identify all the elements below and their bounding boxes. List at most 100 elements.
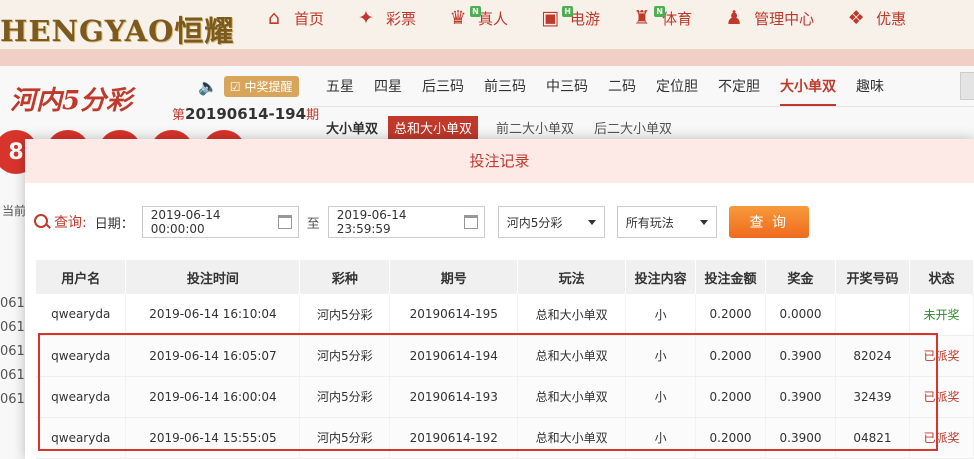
chevron-down-icon bbox=[587, 219, 596, 225]
nav-item-5[interactable]: ♟ 管理中心 bbox=[722, 0, 815, 36]
column-header: 投注内容 bbox=[625, 260, 697, 294]
nav-item-6[interactable]: ❖ 优惠 bbox=[844, 0, 907, 36]
tab-play-type[interactable]: 二码 bbox=[608, 72, 636, 106]
table-cell: 总和大小单双 bbox=[517, 294, 627, 336]
tab-play-type[interactable]: 中三码 bbox=[546, 72, 588, 106]
end-date-input[interactable]: 2019-06-14 23:59:59 bbox=[327, 206, 485, 238]
table-cell: 2019-06-14 15:55:05 bbox=[125, 417, 301, 459]
table-row: qwearyda 2019-06-14 16:00:04 河内5分彩 20190614… bbox=[36, 376, 974, 418]
table-cell: 河内5分彩 bbox=[299, 335, 391, 377]
current-label: 当前 bbox=[2, 204, 27, 218]
tab-play-type[interactable]: 前三码 bbox=[484, 72, 526, 106]
nav-item-2[interactable]: ♛ N 真人 bbox=[446, 0, 508, 36]
history-row: 061 bbox=[0, 368, 25, 383]
table-cell: 0.3900 bbox=[765, 376, 836, 418]
table-cell: 小 bbox=[625, 294, 697, 336]
table-cell: qwearyda bbox=[36, 417, 127, 459]
nav-item-3[interactable]: ▣ H 电游 bbox=[538, 0, 600, 36]
win-reminder-toggle[interactable]: ☑ 中奖提醒 bbox=[223, 76, 299, 97]
brand-logo[interactable]: HENGYAO恒耀 bbox=[0, 6, 240, 48]
calendar-icon[interactable] bbox=[277, 215, 292, 229]
nav-item-1[interactable]: ✦ 彩票 bbox=[354, 0, 416, 36]
brand-logo-text: HENGYAO恒耀 bbox=[0, 14, 235, 48]
speaker-icon[interactable]: 🔈 bbox=[198, 77, 218, 96]
tab-play-type[interactable]: 趣味 bbox=[856, 72, 884, 106]
tab-play-type[interactable]: 不定胆 bbox=[718, 72, 760, 106]
table-cell: 总和大小单双 bbox=[517, 376, 627, 418]
query-button[interactable]: 查 询 bbox=[728, 206, 809, 238]
table-row: qwearyda 2019-06-14 16:10:04 河内5分彩 20190614… bbox=[36, 294, 974, 336]
bet-record-modal: 投注记录 查询: 日期： 2019-06-14 00:00:00 至 2019-… bbox=[25, 139, 974, 459]
table-header-row: 用户名 投注时间 彩种 期号 玩法 投注内容 投注金额 奖金 开奖号码 状态 bbox=[36, 260, 974, 294]
table-cell: 20190614-193 bbox=[389, 376, 519, 418]
table-row: qwearyda 2019-06-14 16:05:07 河内5分彩 20190614… bbox=[36, 335, 974, 377]
table-cell: 0.3900 bbox=[765, 417, 836, 459]
table-cell: 已派奖 bbox=[909, 376, 974, 418]
main-nav: ⌂ 首页 ✦ 彩票 ♛ N 真人 ▣ H 电游 ♜ N 体育 ♟ 管理中心 ❖ 优惠 bbox=[262, 0, 936, 36]
users-icon: ♟ bbox=[725, 7, 743, 29]
nav-item-label: 电游 bbox=[570, 9, 601, 28]
table-cell: qwearyda bbox=[36, 376, 127, 418]
gift-icon: ❖ bbox=[847, 7, 865, 29]
top-navigation-bar: HENGYAO恒耀 ⌂ 首页 ✦ 彩票 ♛ N 真人 ▣ H 电游 ♜ N 体育 ♟ 管理中心 ❖ 优惠 bbox=[0, 0, 974, 50]
table-cell: 0.2000 bbox=[695, 294, 767, 336]
nav-item-label: 管理中心 bbox=[754, 9, 815, 28]
nav-item-4[interactable]: ♜ N 体育 bbox=[630, 0, 692, 36]
table-cell: 已派奖 bbox=[909, 417, 974, 459]
start-date-input[interactable]: 2019-06-14 00:00:00 bbox=[141, 206, 299, 238]
history-row: 061 bbox=[0, 320, 25, 335]
sub-play-tabs: 大小单双 总和大小单双 前二大小单双 后二大小单双 bbox=[326, 116, 692, 139]
history-row: 061 bbox=[0, 344, 25, 359]
play-select-value: 所有玩法 bbox=[625, 215, 674, 230]
table-cell: qwearyda bbox=[36, 335, 127, 377]
tab-play-type[interactable]: 后三码 bbox=[422, 72, 464, 106]
filter-bar: 查询: 日期： 2019-06-14 00:00:00 至 2019-06-14… bbox=[34, 205, 809, 239]
chevron-down-icon bbox=[699, 219, 708, 225]
search-icon bbox=[34, 214, 50, 230]
gamepad-icon: ▣ H bbox=[538, 6, 574, 30]
side-toggle-button[interactable] bbox=[960, 72, 974, 100]
win-reminder[interactable]: 🔈 ☑ 中奖提醒 bbox=[198, 76, 299, 97]
tab-play-type[interactable]: 大小单双 bbox=[780, 72, 836, 106]
tab-play-type[interactable]: 五星 bbox=[326, 72, 354, 106]
table-cell bbox=[835, 294, 910, 336]
modal-title: 投注记录 bbox=[25, 139, 974, 183]
table-cell: 已派奖 bbox=[909, 335, 974, 377]
home-icon: ⌂ bbox=[267, 7, 281, 29]
end-date-value: 2019-06-14 23:59:59 bbox=[336, 208, 407, 236]
tab-sub-play[interactable]: 后二大小单双 bbox=[594, 118, 672, 137]
tab-sub-play[interactable]: 前二大小单双 bbox=[496, 118, 574, 137]
tabs-divider bbox=[310, 106, 974, 107]
table-cell: 20190614-192 bbox=[389, 417, 519, 459]
nav-item-label: 真人 bbox=[478, 9, 509, 28]
lottery-select[interactable]: 河内5分彩 bbox=[497, 206, 605, 238]
column-header: 用户名 bbox=[36, 260, 127, 294]
tab-play-type[interactable]: 四星 bbox=[374, 72, 402, 106]
table-cell: 0.0000 bbox=[765, 294, 836, 336]
to-label: 至 bbox=[306, 216, 320, 232]
game-logo: 河内5分彩 bbox=[10, 86, 133, 116]
query-label: 查询: bbox=[54, 215, 87, 231]
table-cell: 04821 bbox=[835, 417, 910, 459]
table-cell: 32439 bbox=[835, 376, 910, 418]
column-header: 投注金额 bbox=[695, 260, 767, 294]
ticket-icon: ✦ bbox=[358, 7, 374, 29]
table-body: qwearyda 2019-06-14 16:10:04 河内5分彩 20190614… bbox=[36, 294, 974, 459]
column-header: 投注时间 bbox=[125, 260, 301, 294]
play-select[interactable]: 所有玩法 bbox=[616, 206, 717, 238]
play-type-tabs: 五星 四星 后三码 前三码 中三码 二码 定位胆 不定胆 大小单双 趣味 bbox=[326, 72, 904, 106]
column-header: 期号 bbox=[389, 260, 519, 294]
column-header: 彩种 bbox=[299, 260, 391, 294]
table-cell: 2019-06-14 16:10:04 bbox=[125, 294, 301, 336]
sub-tabs-title: 大小单双 bbox=[326, 122, 379, 137]
tab-play-type[interactable]: 定位胆 bbox=[656, 72, 698, 106]
calendar-icon[interactable] bbox=[463, 215, 478, 229]
column-header: 开奖号码 bbox=[835, 260, 910, 294]
nav-item-label: 首页 bbox=[294, 9, 325, 28]
nav-item-0[interactable]: ⌂ 首页 bbox=[262, 0, 324, 36]
bet-record-table: 用户名 投注时间 彩种 期号 玩法 投注内容 投注金额 奖金 开奖号码 状态 qwearyda 20… bbox=[36, 260, 974, 459]
table-cell: qwearyda bbox=[36, 294, 127, 336]
history-list: 061 061 061 061 061 bbox=[0, 296, 25, 416]
table-cell: 总和大小单双 bbox=[517, 417, 627, 459]
tab-sub-play[interactable]: 总和大小单双 bbox=[388, 116, 479, 139]
